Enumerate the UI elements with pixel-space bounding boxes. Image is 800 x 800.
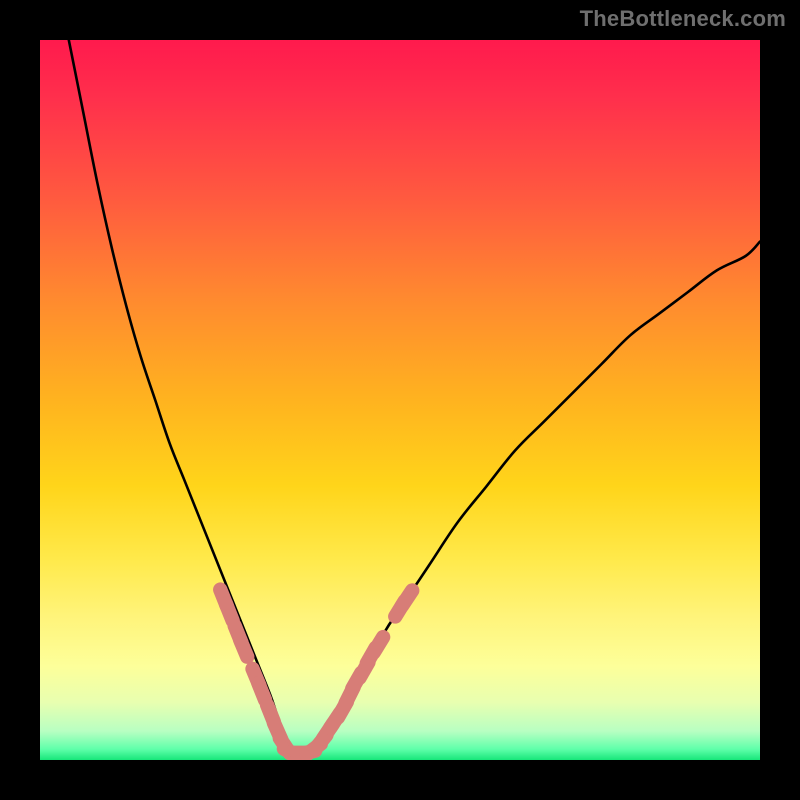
marker-point [258, 683, 265, 700]
marker-layer [220, 590, 412, 757]
outer-frame: TheBottleneck.com [0, 0, 800, 800]
marker-point [374, 637, 383, 652]
watermark-text: TheBottleneck.com [580, 6, 786, 32]
curve-left-branch [69, 40, 292, 753]
marker-point [402, 591, 412, 606]
plot-area [40, 40, 760, 760]
marker-point [240, 640, 247, 657]
chart-svg [40, 40, 760, 760]
marker-point [226, 604, 233, 621]
curve-layer [69, 40, 760, 753]
